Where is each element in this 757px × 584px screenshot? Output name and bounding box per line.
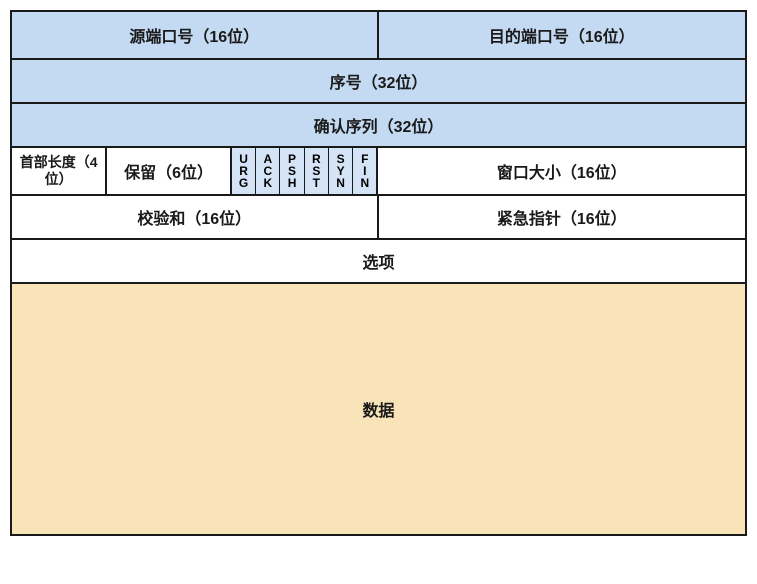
options-field: 选项 — [12, 240, 745, 282]
flags-group: U R G A C K P S H R S T S Y N — [232, 148, 379, 194]
checksum-field: 校验和（16位） — [12, 196, 379, 238]
flag-fin: F I N — [353, 148, 376, 194]
tcp-header-diagram: 源端口号（16位） 目的端口号（16位） 序号（32位） 确认序列（32位） 首… — [10, 10, 747, 536]
flag-syn: S Y N — [329, 148, 353, 194]
urgent-pointer-field: 紧急指针（16位） — [379, 196, 746, 238]
flag-ack: A C K — [256, 148, 280, 194]
row-flags: 首部长度（4位） 保留（6位） U R G A C K P S H R S T — [12, 148, 745, 196]
row-ack: 确认序列（32位） — [12, 104, 745, 148]
data-field: 数据 — [12, 284, 745, 534]
dest-port-field: 目的端口号（16位） — [379, 12, 746, 58]
row-ports: 源端口号（16位） 目的端口号（16位） — [12, 12, 745, 60]
sequence-number-field: 序号（32位） — [12, 60, 745, 102]
row-checksum: 校验和（16位） 紧急指针（16位） — [12, 196, 745, 240]
row-sequence: 序号（32位） — [12, 60, 745, 104]
source-port-field: 源端口号（16位） — [12, 12, 379, 58]
row-options: 选项 — [12, 240, 745, 284]
flag-urg: U R G — [232, 148, 256, 194]
header-length-field: 首部长度（4位） — [12, 148, 107, 194]
window-size-field: 窗口大小（16位） — [378, 148, 745, 194]
reserved-field: 保留（6位） — [107, 148, 232, 194]
row-data: 数据 — [12, 284, 745, 534]
flag-rst: R S T — [305, 148, 329, 194]
flag-psh: P S H — [280, 148, 304, 194]
ack-number-field: 确认序列（32位） — [12, 104, 745, 146]
